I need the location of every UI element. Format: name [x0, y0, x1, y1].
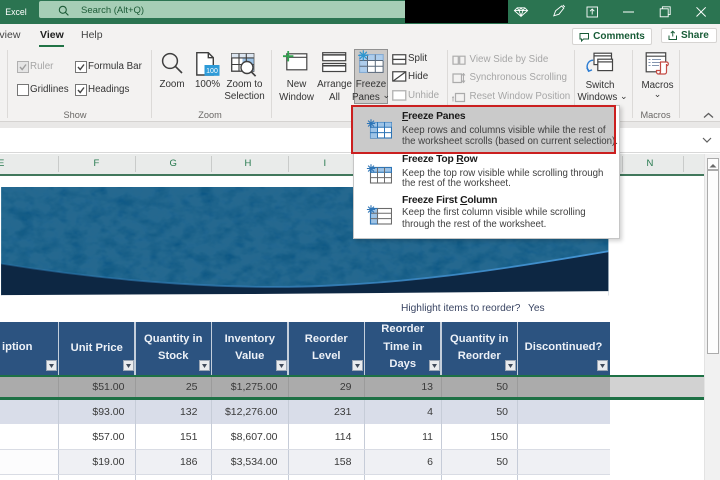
svg-text:100: 100 [206, 68, 218, 75]
